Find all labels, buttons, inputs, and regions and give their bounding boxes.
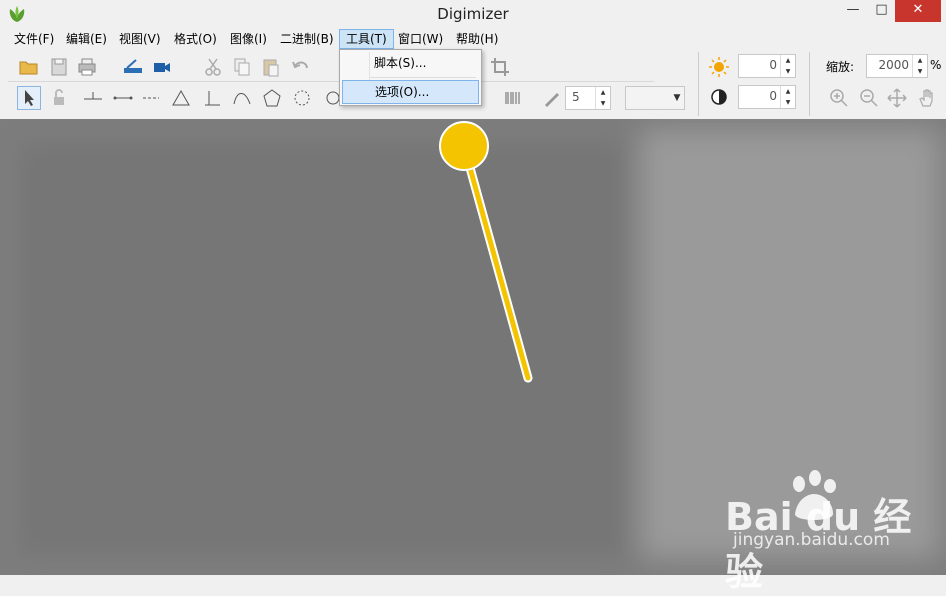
maximize-icon: □	[875, 2, 888, 17]
barcode-icon[interactable]	[502, 87, 524, 109]
print-icon[interactable]	[76, 56, 98, 78]
tools-dropdown-menu: 脚本(S)... 选项(O)...	[339, 49, 482, 106]
lock-icon[interactable]	[48, 87, 70, 109]
close-button[interactable]: ✕	[895, 0, 941, 22]
save-icon[interactable]	[48, 56, 70, 78]
perpendicular-tool-icon[interactable]	[201, 87, 223, 109]
menu-item-script-label: 脚本(S)...	[374, 56, 427, 70]
move-icon[interactable]	[886, 87, 908, 109]
menu-item-options-label: 选项(O)...	[375, 85, 430, 99]
zoom-unit: %	[930, 58, 942, 72]
menu-help[interactable]: 帮助(H)	[450, 30, 504, 48]
window-title: Digimizer	[437, 5, 509, 23]
scanner-icon[interactable]	[122, 56, 144, 78]
hand-pan-icon[interactable]	[916, 87, 938, 109]
toolbar-divider-1	[698, 52, 699, 116]
contrast-icon	[711, 89, 727, 105]
contrast-value: 0	[769, 89, 777, 103]
select-arrow-icon[interactable]	[17, 86, 41, 110]
freehand-area-icon[interactable]	[291, 87, 313, 109]
baidu-watermark: Bai du 经验 jingyan.baidu.com	[725, 468, 925, 594]
video-camera-icon[interactable]	[151, 56, 173, 78]
line-width-spinner[interactable]: 5 ▲ ▼	[565, 86, 611, 110]
zoom-arrows-icon[interactable]: ▲ ▼	[912, 55, 927, 77]
menu-edit[interactable]: 编辑(E)	[60, 30, 113, 48]
blurred-image-panel	[20, 144, 625, 554]
chevron-down-icon: ▼	[673, 93, 681, 103]
angle-tool-icon[interactable]	[170, 87, 192, 109]
pen-width-icon[interactable]	[541, 87, 563, 109]
cut-icon[interactable]	[202, 56, 224, 78]
line-width-value: 5	[572, 90, 580, 104]
menu-bar: 文件(F) 编辑(E) 视图(V) 格式(O) 图像(I) 二进制(B) 工具(…	[8, 29, 938, 49]
undo-icon[interactable]	[290, 56, 312, 78]
crop-icon[interactable]	[489, 56, 511, 78]
maximize-button[interactable]: □	[868, 0, 895, 22]
polygon-tool-icon[interactable]	[261, 87, 283, 109]
brightness-icon	[709, 57, 729, 77]
contrast-spinner[interactable]: 0 ▲ ▼	[738, 85, 796, 109]
curve-tool-icon[interactable]	[231, 87, 253, 109]
line-tool-icon[interactable]	[112, 87, 134, 109]
menu-item-options[interactable]: 选项(O)...	[342, 80, 479, 104]
zoom-out-icon[interactable]	[858, 87, 880, 109]
menu-tools[interactable]: 工具(T)	[339, 29, 394, 49]
minimize-button[interactable]: —	[838, 0, 868, 22]
open-folder-icon[interactable]	[18, 56, 40, 78]
marker-line-icon[interactable]	[82, 87, 104, 109]
brightness-arrows-icon[interactable]: ▲ ▼	[780, 55, 795, 77]
menu-image[interactable]: 图像(I)	[224, 30, 273, 48]
zoom-spinner[interactable]: 2000 ▲ ▼	[866, 54, 928, 78]
menu-file[interactable]: 文件(F)	[8, 30, 60, 48]
watermark-url: jingyan.baidu.com	[733, 530, 890, 550]
copy-icon[interactable]	[231, 56, 253, 78]
toolbar-row-divider	[8, 81, 654, 82]
color-dropdown[interactable]: ▼	[625, 86, 685, 110]
menu-binary[interactable]: 二进制(B)	[274, 30, 340, 48]
toolbar-divider-2	[809, 52, 810, 116]
menu-view[interactable]: 视图(V)	[113, 30, 167, 48]
minimize-icon: —	[846, 2, 860, 17]
close-icon: ✕	[912, 2, 924, 17]
polyline-tool-icon[interactable]	[140, 87, 162, 109]
paste-icon[interactable]	[260, 56, 282, 78]
title-bar: Digimizer — □ ✕	[0, 0, 946, 28]
spinner-arrows-icon[interactable]: ▲ ▼	[595, 87, 610, 109]
contrast-arrows-icon[interactable]: ▲ ▼	[780, 86, 795, 108]
menu-separator	[370, 77, 476, 78]
menu-format[interactable]: 格式(O)	[168, 30, 223, 48]
zoom-value: 2000	[878, 58, 909, 72]
brightness-value: 0	[769, 58, 777, 72]
brightness-spinner[interactable]: 0 ▲ ▼	[738, 54, 796, 78]
menu-item-script[interactable]: 脚本(S)...	[342, 52, 477, 74]
zoom-label: 缩放:	[826, 60, 855, 74]
zoom-in-icon[interactable]	[828, 87, 850, 109]
menu-window[interactable]: 窗口(W)	[392, 30, 449, 48]
